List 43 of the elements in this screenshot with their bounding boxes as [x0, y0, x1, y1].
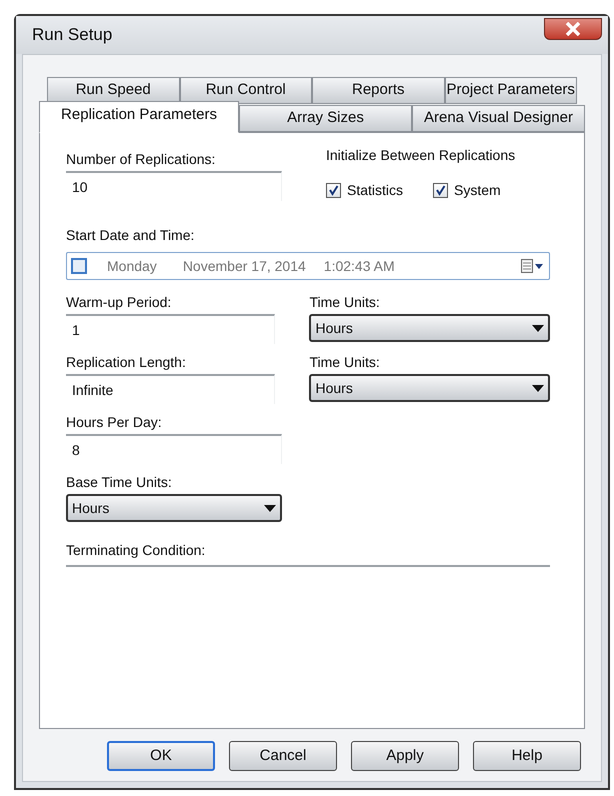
- tab[interactable]: Arena Visual Designer: [412, 105, 585, 132]
- field-label: Number of Replications:: [66, 150, 216, 169]
- field-label: Terminating Condition:: [66, 541, 206, 560]
- checkbox[interactable]: [71, 258, 87, 274]
- tab[interactable]: Run Control: [180, 77, 312, 104]
- tab[interactable]: Replication Parameters: [39, 101, 239, 133]
- field-label: Warm-up Period:: [66, 293, 172, 312]
- input-field[interactable]: 8: [66, 434, 282, 464]
- input-field[interactable]: Infinite: [66, 374, 276, 404]
- dropdown[interactable]: Hours: [66, 494, 282, 522]
- dropdown[interactable]: Hours: [309, 314, 550, 342]
- checkbox-label: System: [454, 181, 501, 200]
- dialog-button[interactable]: Help: [473, 741, 581, 771]
- date-text: November 17, 2014: [182, 256, 306, 276]
- close-button[interactable]: [544, 18, 602, 40]
- input-field[interactable]: 10: [66, 171, 282, 201]
- close-icon: [565, 22, 581, 36]
- window-title: Run Setup: [32, 24, 112, 46]
- field-label: Hours Per Day:: [66, 413, 163, 432]
- field-label: Time Units:: [309, 353, 381, 372]
- dropdown[interactable]: Hours: [309, 374, 550, 402]
- checkbox[interactable]: [326, 183, 341, 198]
- group-label: Initialize Between Replications: [326, 146, 516, 165]
- input-field[interactable]: 1: [66, 314, 276, 344]
- dialog-button[interactable]: Cancel: [229, 741, 337, 771]
- day-text: Monday: [107, 256, 157, 276]
- dialog-button[interactable]: Apply: [351, 741, 459, 771]
- field-label: Base Time Units:: [66, 473, 173, 492]
- calendar-dropdown-icon[interactable]: [521, 259, 543, 273]
- tab[interactable]: Project Parameters: [444, 77, 577, 104]
- checkbox[interactable]: [433, 183, 448, 198]
- checkbox-label: Statistics: [347, 181, 404, 200]
- tab[interactable]: Array Sizes: [239, 105, 412, 132]
- field-label: Replication Length:: [66, 353, 187, 372]
- field-label: Time Units:: [309, 293, 381, 312]
- dialog-button[interactable]: OK: [107, 741, 215, 771]
- caret-icon: [264, 504, 276, 512]
- date-time-picker[interactable]: Monday November 17, 2014 1:02:43 AM: [66, 252, 550, 280]
- caret-icon: [532, 324, 544, 332]
- tab[interactable]: Reports: [312, 77, 444, 104]
- field-label: Start Date and Time:: [66, 226, 196, 245]
- time-text: 1:02:43 AM: [324, 256, 395, 276]
- caret-icon: [532, 384, 544, 392]
